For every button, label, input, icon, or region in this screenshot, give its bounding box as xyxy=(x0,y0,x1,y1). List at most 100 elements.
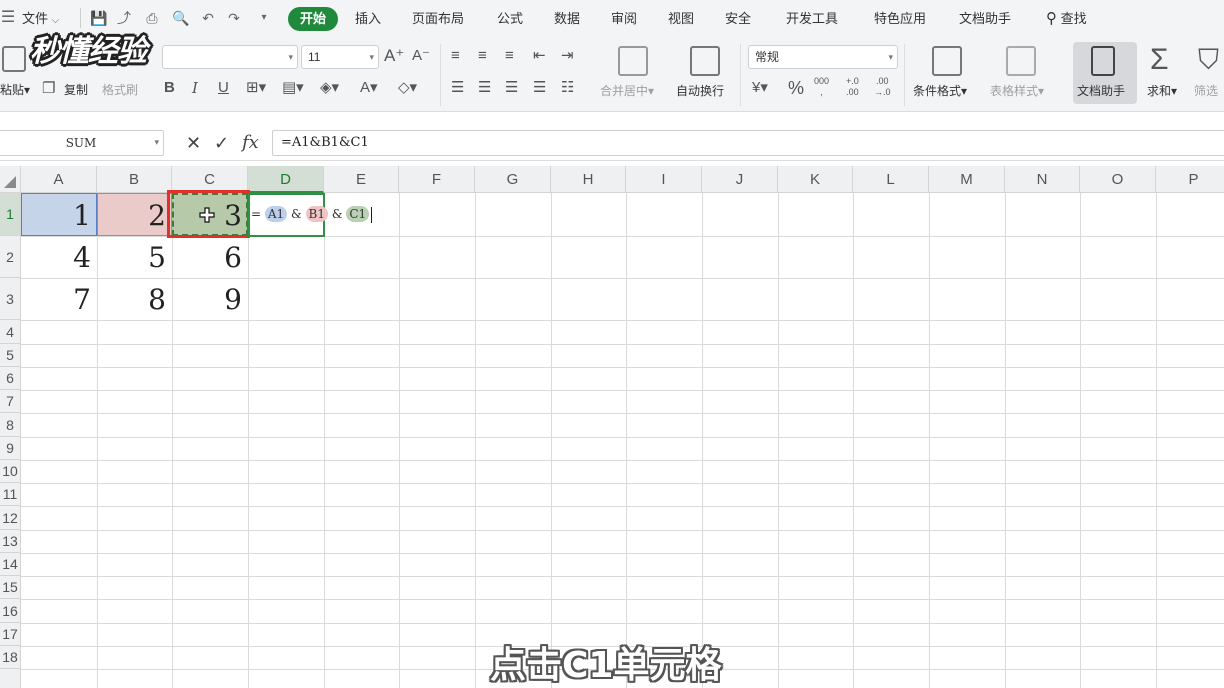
row-header-14[interactable]: 14 xyxy=(0,553,21,576)
tab-doc-assistant[interactable]: 文档助手 xyxy=(959,9,1011,29)
decrease-decimal-icon[interactable]: .00 →.0 xyxy=(874,76,891,98)
column-header-b[interactable]: B xyxy=(97,166,172,193)
increase-decimal-icon[interactable]: +.0.00 xyxy=(846,76,859,98)
tab-view[interactable]: 视图 xyxy=(668,9,694,29)
column-header-j[interactable]: J xyxy=(702,166,778,193)
formula-input[interactable]: =A1&B1&C1 xyxy=(272,130,1224,156)
tab-review[interactable]: 审阅 xyxy=(611,9,637,29)
conditional-format-button[interactable]: 条件格式▾ xyxy=(913,82,967,99)
column-header-o[interactable]: O xyxy=(1080,166,1156,193)
row-header-9[interactable]: 9 xyxy=(0,437,21,460)
copy-button[interactable]: 复制 xyxy=(64,81,88,98)
align-left-icon[interactable]: ☰ xyxy=(451,79,464,97)
cell-a2[interactable]: 4 xyxy=(21,236,97,278)
row-header-10[interactable]: 10 xyxy=(0,460,21,483)
row-header-7[interactable]: 7 xyxy=(0,390,21,413)
italic-icon[interactable]: I xyxy=(192,79,198,97)
name-box[interactable]: SUM ▾ xyxy=(0,130,164,156)
format-painter-button[interactable]: 格式刷 xyxy=(102,81,138,98)
cell-b2[interactable]: 5 xyxy=(97,236,172,278)
align-middle-icon[interactable]: ≡ xyxy=(478,47,487,65)
cell-b3[interactable]: 8 xyxy=(97,278,172,320)
font-name-combo[interactable]: ▾ xyxy=(162,45,298,69)
increase-font-icon[interactable]: A⁺ xyxy=(384,47,404,65)
column-header-e[interactable]: E xyxy=(324,166,399,193)
table-style-button[interactable]: 表格样式▾ xyxy=(990,82,1044,99)
cell-b1[interactable]: 2 xyxy=(97,193,172,236)
row-header-8[interactable]: 8 xyxy=(0,413,21,437)
thousands-separator-icon[interactable]: 000, xyxy=(814,76,829,98)
save-icon[interactable]: 💾 xyxy=(90,10,107,26)
column-header-i[interactable]: I xyxy=(626,166,702,193)
column-header-p[interactable]: P xyxy=(1156,166,1224,193)
paste-button[interactable]: 粘贴▾ xyxy=(0,81,30,98)
tab-home[interactable]: 开始 xyxy=(288,7,339,31)
row-header-13[interactable]: 13 xyxy=(0,530,21,553)
in-cell-formula-editor[interactable]: = A1 & B1 & C1 xyxy=(251,204,373,224)
tab-developer[interactable]: 开发工具 xyxy=(786,9,838,29)
undo-icon[interactable]: ↶ xyxy=(200,10,216,26)
row-header-19[interactable] xyxy=(0,669,21,688)
indent-increase-icon[interactable]: ⇥ xyxy=(561,47,574,65)
tab-formulas[interactable]: 公式 xyxy=(497,9,523,29)
column-header-d[interactable]: D xyxy=(248,166,324,193)
cancel-icon[interactable]: ✕ xyxy=(186,132,201,154)
row-header-1[interactable]: 1 xyxy=(0,193,21,236)
row-header-16[interactable]: 16 xyxy=(0,599,21,623)
tab-data[interactable]: 数据 xyxy=(554,9,580,29)
align-center-icon[interactable]: ☰ xyxy=(478,79,491,97)
paste-icon[interactable] xyxy=(2,46,26,72)
print-preview-icon[interactable]: 🔍 xyxy=(172,10,189,26)
distributed-icon[interactable]: ☷ xyxy=(561,79,574,97)
print-icon[interactable]: ⎙ xyxy=(144,10,160,26)
tab-security[interactable]: 安全 xyxy=(725,9,751,29)
insert-function-icon[interactable]: fx xyxy=(242,132,259,154)
row-header-18[interactable]: 18 xyxy=(0,646,21,669)
align-right-icon[interactable]: ☰ xyxy=(505,79,518,97)
align-bottom-icon[interactable]: ≡ xyxy=(505,47,514,65)
tab-features[interactable]: 特色应用 xyxy=(874,9,926,29)
export-icon[interactable]: ⤴ xyxy=(116,10,132,26)
tab-insert[interactable]: 插入 xyxy=(355,9,381,29)
column-header-l[interactable]: L xyxy=(853,166,929,193)
row-header-17[interactable]: 17 xyxy=(0,623,21,646)
row-header-6[interactable]: 6 xyxy=(0,367,21,390)
row-header-12[interactable]: 12 xyxy=(0,506,21,530)
confirm-icon[interactable]: ✓ xyxy=(214,132,229,154)
spreadsheet-grid[interactable]: A B C D E F G H I J K L M N O P 1 2 3 4 … xyxy=(0,166,1224,688)
cell-c2[interactable]: 6 xyxy=(172,236,248,278)
cell-a3[interactable]: 7 xyxy=(21,278,97,320)
sum-button[interactable]: 求和▾ xyxy=(1147,82,1177,99)
indent-decrease-icon[interactable]: ⇤ xyxy=(533,47,546,65)
column-header-c[interactable]: C xyxy=(172,166,248,193)
column-header-k[interactable]: K xyxy=(778,166,853,193)
customize-toolbar-icon[interactable]: ▾ xyxy=(256,10,272,26)
column-header-f[interactable]: F xyxy=(399,166,475,193)
search-button[interactable]: ⚲ 查找 xyxy=(1046,9,1087,29)
doc-assistant-button[interactable]: 文档助手 xyxy=(1073,42,1137,104)
underline-icon[interactable]: U xyxy=(218,79,229,97)
fill-color-icon[interactable]: ◈▾ xyxy=(320,79,339,97)
cell-c3[interactable]: 9 xyxy=(172,278,248,320)
align-top-icon[interactable]: ≡ xyxy=(451,47,460,65)
borders-icon[interactable]: ⊞▾ xyxy=(246,79,266,97)
row-header-11[interactable]: 11 xyxy=(0,483,21,506)
merge-center-button[interactable]: 合并居中▾ xyxy=(600,82,654,99)
font-color-icon[interactable]: A▾ xyxy=(360,79,378,97)
redo-icon[interactable]: ↷ xyxy=(226,10,242,26)
row-header-4[interactable]: 4 xyxy=(0,320,21,344)
clear-format-icon[interactable]: ◇▾ xyxy=(398,79,417,97)
column-header-a[interactable]: A xyxy=(21,166,97,193)
font-size-combo[interactable]: 11 ▾ xyxy=(301,45,379,69)
column-header-g[interactable]: G xyxy=(475,166,551,193)
column-header-h[interactable]: H xyxy=(551,166,626,193)
column-header-m[interactable]: M xyxy=(929,166,1005,193)
justify-icon[interactable]: ☰ xyxy=(533,79,546,97)
hamburger-menu-icon[interactable]: ☰ xyxy=(0,10,16,26)
cell-style-icon[interactable]: ▤▾ xyxy=(282,79,304,97)
percent-icon[interactable]: % xyxy=(788,79,804,97)
wrap-text-button[interactable]: 自动换行 xyxy=(676,82,724,99)
row-header-2[interactable]: 2 xyxy=(0,236,21,278)
row-header-15[interactable]: 15 xyxy=(0,576,21,599)
bold-icon[interactable]: B xyxy=(164,79,175,97)
